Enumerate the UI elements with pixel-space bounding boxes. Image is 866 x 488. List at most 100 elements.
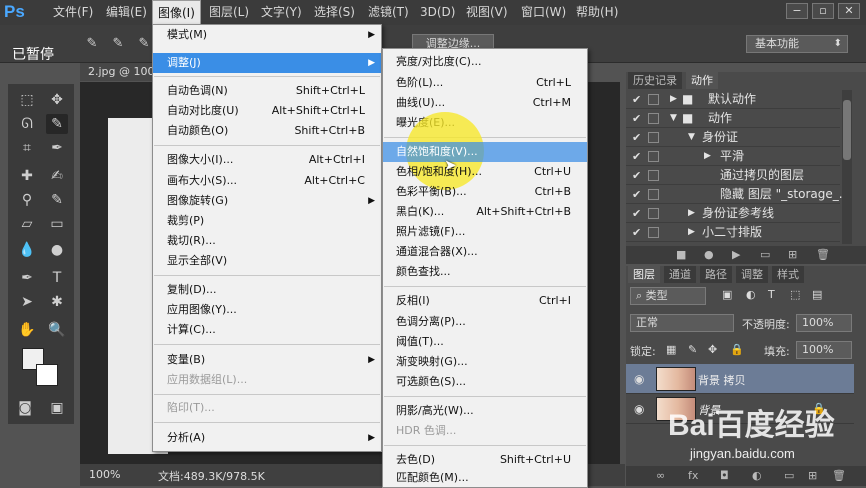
move-tool-icon[interactable]: ✥ xyxy=(46,90,68,110)
menu-3d[interactable]: 3D(D) xyxy=(415,0,460,25)
record-icon[interactable]: ● xyxy=(704,248,714,261)
document-tab[interactable]: 2.jpg @ 100 xyxy=(80,63,160,81)
tab-styles[interactable]: 样式 xyxy=(772,266,804,283)
layer-background-copy[interactable]: ◉ 背景 拷贝 xyxy=(626,364,854,394)
menu-help[interactable]: 帮助(H) xyxy=(571,0,623,25)
scrollbar-thumb[interactable] xyxy=(843,100,851,160)
action-small-photo-layout[interactable]: ✔ ▶ 小二寸排版 xyxy=(626,223,840,242)
menu-item-adjustments[interactable]: 调整(J) ▶ xyxy=(153,53,381,73)
menu-file[interactable]: 文件(F) xyxy=(48,0,98,25)
menu-edit[interactable]: 编辑(E) xyxy=(101,0,152,25)
checkmark-icon[interactable]: ✔ xyxy=(632,128,641,147)
menu-item-duplicate[interactable]: 复制(D)... xyxy=(153,280,381,300)
action-step-copy-layer[interactable]: ✔ 通过拷贝的图层 xyxy=(626,166,840,185)
marquee-tool-icon[interactable]: ⬚ xyxy=(16,90,38,110)
collapse-arrow-icon[interactable]: ▼ xyxy=(670,109,677,128)
menu-item-crop[interactable]: 裁剪(P) xyxy=(153,211,381,231)
collapse-arrow-icon[interactable]: ▼ xyxy=(688,128,695,147)
new-group-icon[interactable]: ▭ xyxy=(784,469,794,482)
menu-item-auto-tone[interactable]: 自动色调(N) Shift+Ctrl+L xyxy=(153,81,381,101)
menu-item-desaturate[interactable]: 去色(D) Shift+Ctrl+U xyxy=(383,450,587,470)
blur-tool-icon[interactable]: 💧 xyxy=(16,240,38,260)
menu-item-selective-color[interactable]: 可选颜色(S)... xyxy=(383,372,587,392)
pen-tool-icon[interactable]: ✒ xyxy=(16,268,38,288)
menu-item-calculations[interactable]: 计算(C)... xyxy=(153,320,381,340)
menu-item-canvas-size[interactable]: 画布大小(S)... Alt+Ctrl+C xyxy=(153,171,381,191)
hand-tool-icon[interactable]: ✋ xyxy=(16,320,38,340)
zoom-tool-icon[interactable]: 🔍 xyxy=(46,320,68,340)
menu-item-reveal-all[interactable]: 显示全部(V) xyxy=(153,251,381,271)
lock-all-icon[interactable]: 🔒 xyxy=(730,343,744,356)
checkmark-icon[interactable]: ✔ xyxy=(632,147,641,166)
action-step-hide-layer[interactable]: ✔ 隐藏 图层 "_storage_... xyxy=(626,185,850,204)
type-tool-icon[interactable]: T xyxy=(46,268,68,288)
action-step-smooth[interactable]: ✔ ▶ 平滑 xyxy=(626,147,840,166)
menu-item-hue-saturation[interactable]: 色相/饱和度(H)... Ctrl+U xyxy=(383,162,587,182)
close-icon[interactable]: ✕ xyxy=(838,3,860,19)
menu-item-photo-filter[interactable]: 照片滤镜(F)... xyxy=(383,222,587,242)
menu-item-gradient-map[interactable]: 渐变映射(G)... xyxy=(383,352,587,372)
path-selection-tool-icon[interactable]: ➤ xyxy=(16,292,38,312)
dialog-toggle-icon[interactable] xyxy=(648,189,659,200)
checkmark-icon[interactable]: ✔ xyxy=(632,166,641,185)
healing-brush-tool-icon[interactable]: ✚ xyxy=(16,166,38,186)
menu-type[interactable]: 文字(Y) xyxy=(256,0,307,25)
menu-item-threshold[interactable]: 阈值(T)... xyxy=(383,332,587,352)
expand-arrow-icon[interactable]: ▶ xyxy=(670,90,677,109)
filter-shape-icon[interactable]: ⬚ xyxy=(790,288,800,301)
filter-smart-object-icon[interactable]: ▤ xyxy=(812,288,822,301)
tab-adjustments[interactable]: 调整 xyxy=(736,266,768,283)
menu-image[interactable]: 图像(I) xyxy=(152,0,201,25)
action-id-guides[interactable]: ✔ ▶ 身份证参考线 xyxy=(626,204,840,223)
checkmark-icon[interactable]: ✔ xyxy=(632,223,641,242)
tab-history[interactable]: 历史记录 xyxy=(628,72,682,89)
menu-item-apply-image[interactable]: 应用图像(Y)... xyxy=(153,300,381,320)
fill-input[interactable]: 100% xyxy=(796,341,852,359)
dialog-toggle-icon[interactable] xyxy=(648,132,659,143)
minimize-icon[interactable]: − xyxy=(786,3,808,19)
tab-layers[interactable]: 图层 xyxy=(628,266,660,283)
action-id-card[interactable]: ✔ ▼ 身份证 xyxy=(626,128,840,147)
screen-mode-icon[interactable]: ▣ xyxy=(46,398,68,418)
checkmark-icon[interactable]: ✔ xyxy=(632,204,641,223)
dialog-toggle-icon[interactable] xyxy=(648,113,659,124)
menu-item-color-lookup[interactable]: 颜色查找... xyxy=(383,262,587,282)
brush-tool-icon[interactable]: ✍ xyxy=(46,166,68,186)
new-adjustment-layer-icon[interactable]: ◐ xyxy=(752,469,762,482)
menu-item-posterize[interactable]: 色调分离(P)... xyxy=(383,312,587,332)
eye-icon[interactable]: ◉ xyxy=(634,372,644,386)
tab-channels[interactable]: 通道 xyxy=(664,266,696,283)
zoom-level[interactable]: 100% xyxy=(89,468,120,481)
filter-type-icon[interactable]: T xyxy=(768,288,775,301)
menu-item-match-color[interactable]: 匹配颜色(M)... xyxy=(383,469,587,486)
add-mask-icon[interactable]: ◘ xyxy=(720,469,729,482)
link-layers-icon[interactable]: ∞ xyxy=(656,469,665,482)
gradient-tool-icon[interactable]: ▭ xyxy=(46,214,68,234)
eye-icon[interactable]: ◉ xyxy=(634,402,644,416)
brush-new-icon[interactable]: ✎ xyxy=(82,36,102,52)
menu-item-curves[interactable]: 曲线(U)... Ctrl+M xyxy=(383,93,587,113)
stop-icon[interactable]: ■ xyxy=(676,248,686,261)
action-set-actions[interactable]: ✔ ▼ ■ 动作 xyxy=(626,109,840,128)
menu-item-channel-mixer[interactable]: 通道混合器(X)... xyxy=(383,242,587,262)
menu-item-brightness-contrast[interactable]: 亮度/对比度(C)... xyxy=(383,52,587,72)
menu-item-mode[interactable]: 模式(M) ▶ xyxy=(153,25,381,45)
dialog-toggle-icon[interactable] xyxy=(648,151,659,162)
dialog-toggle-icon[interactable] xyxy=(648,94,659,105)
expand-arrow-icon[interactable]: ▶ xyxy=(688,204,695,223)
checkmark-icon[interactable]: ✔ xyxy=(632,90,641,109)
new-set-icon[interactable]: ▭ xyxy=(760,248,770,261)
menu-item-invert[interactable]: 反相(I) Ctrl+I xyxy=(383,291,587,311)
new-layer-icon[interactable]: ⊞ xyxy=(808,469,817,482)
menu-item-black-white[interactable]: 黑白(K)... Alt+Shift+Ctrl+B xyxy=(383,202,587,222)
maximize-icon[interactable]: ▫ xyxy=(812,3,834,19)
menu-item-variables[interactable]: 变量(B) ▶ xyxy=(153,350,381,370)
eyedropper-tool-icon[interactable]: ✒ xyxy=(46,138,68,158)
trash-icon[interactable]: 🗑 xyxy=(816,248,830,261)
menu-item-levels[interactable]: 色阶(L)... Ctrl+L xyxy=(383,73,587,93)
menu-select[interactable]: 选择(S) xyxy=(309,0,360,25)
play-icon[interactable]: ▶ xyxy=(732,248,740,261)
crop-tool-icon[interactable]: ⌗ xyxy=(16,138,38,158)
filter-pixel-icon[interactable]: ▣ xyxy=(722,288,732,301)
history-brush-tool-icon[interactable]: ✎ xyxy=(46,190,68,210)
